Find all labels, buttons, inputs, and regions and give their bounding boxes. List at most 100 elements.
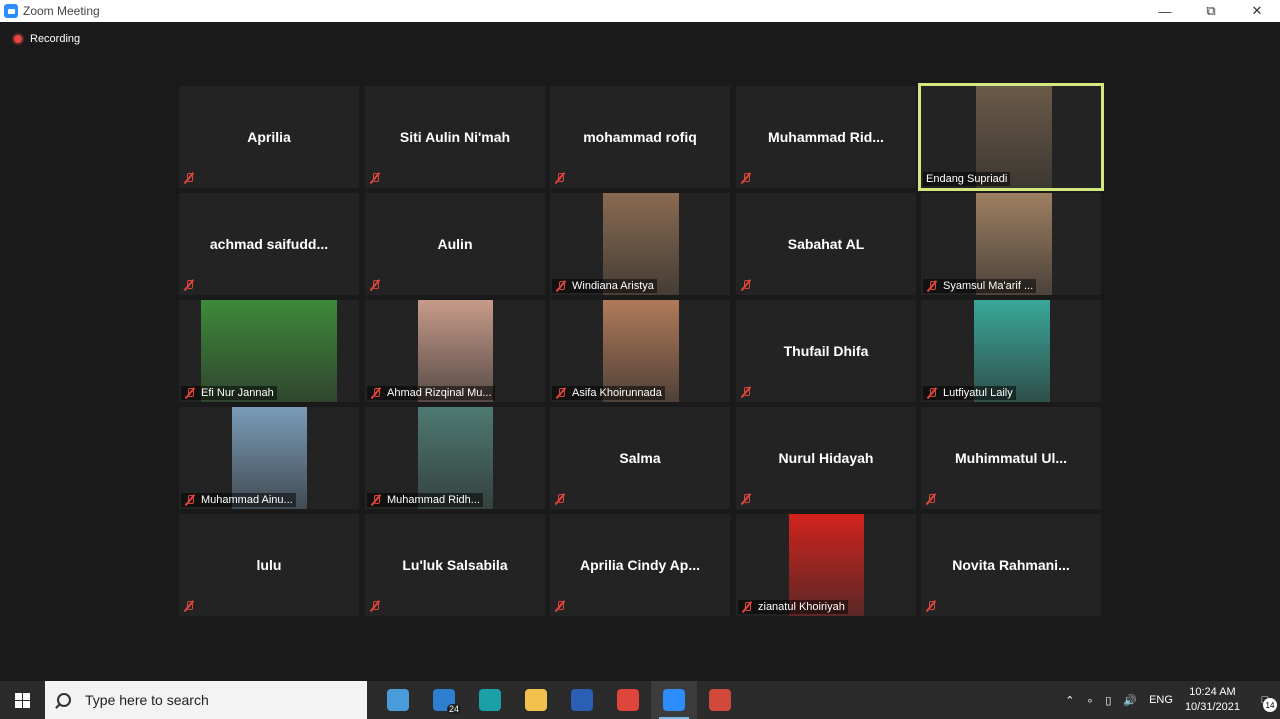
participant-tile[interactable]: Siti Aulin Ni'mah xyxy=(365,86,545,188)
participant-tile[interactable]: Sabahat AL xyxy=(736,193,916,295)
word-icon xyxy=(571,689,593,711)
recording-indicator[interactable]: Recording xyxy=(12,33,80,45)
participant-name: Thufail Dhifa xyxy=(783,343,869,359)
mic-muted-icon xyxy=(369,600,381,612)
participant-name: lulu xyxy=(256,557,282,573)
mic-muted-icon xyxy=(370,387,382,399)
taskbar-app[interactable] xyxy=(513,681,559,719)
participant-tile[interactable]: Aprilia Cindy Ap... xyxy=(550,514,730,616)
participant-name: zianatul Khoiriyah xyxy=(758,601,845,613)
mic-muted-icon xyxy=(554,493,566,505)
participant-name: Asifa Khoirunnada xyxy=(572,387,662,399)
taskbar-search[interactable]: Type here to search xyxy=(45,681,367,719)
participant-tile[interactable]: Windiana Aristya xyxy=(550,193,730,295)
battery-icon[interactable]: ▯ xyxy=(1105,694,1111,707)
taskbar-app[interactable] xyxy=(375,681,421,719)
restore-icon[interactable]: ⧉ xyxy=(1188,0,1234,22)
mic-muted-icon xyxy=(555,280,567,292)
participant-tile[interactable]: lulu xyxy=(179,514,359,616)
participant-tile[interactable]: Muhammad Ridh... xyxy=(365,407,545,509)
system-tray: ⌃ ∘ ▯ 🔊 ENG 10:24 AM 10/31/2021 □ 14 xyxy=(1059,681,1280,719)
participant-name: Muhimmatul Ul... xyxy=(955,450,1067,466)
participant-tile[interactable]: Nurul Hidayah xyxy=(736,407,916,509)
clock[interactable]: 10:24 AM 10/31/2021 xyxy=(1185,685,1240,715)
mic-muted-icon xyxy=(554,172,566,184)
participant-tile[interactable]: Aulin xyxy=(365,193,545,295)
participant-name-label: Lutfiyatul Laily xyxy=(923,386,1016,400)
participant-name-label: Muhammad Ridh... xyxy=(367,493,483,507)
participant-name: Efi Nur Jannah xyxy=(201,387,274,399)
taskbar-app[interactable] xyxy=(697,681,743,719)
mic-muted-icon xyxy=(925,493,937,505)
participant-tile[interactable]: Muhammad Rid... xyxy=(736,86,916,188)
participant-tile[interactable]: Novita Rahmani... xyxy=(921,514,1101,616)
participant-name-label: zianatul Khoiriyah xyxy=(738,600,848,614)
participant-name: Windiana Aristya xyxy=(572,280,654,292)
participant-name: Ahmad Rizqinal Mu... xyxy=(387,387,492,399)
participant-name: Aprilia Cindy Ap... xyxy=(579,557,701,573)
participant-name: Sabahat AL xyxy=(787,236,865,252)
participant-tile[interactable]: mohammad rofiq xyxy=(550,86,730,188)
chevron-up-icon[interactable]: ⌃ xyxy=(1065,694,1074,707)
mic-muted-icon xyxy=(183,600,195,612)
participant-grid: Aprilia Siti Aulin Ni'mah mohammad rofiq Mu… xyxy=(179,83,1104,616)
participant-name-label: Ahmad Rizqinal Mu... xyxy=(367,386,495,400)
people-app-icon xyxy=(387,689,409,711)
zoom-app-icon xyxy=(4,4,18,18)
participant-name-label: Windiana Aristya xyxy=(552,279,657,293)
volume-icon[interactable]: 🔊 xyxy=(1123,694,1137,707)
recording-label: Recording xyxy=(30,33,81,45)
participant-name: Syamsul Ma'arif ... xyxy=(943,280,1034,292)
mic-muted-icon xyxy=(183,279,195,291)
participant-tile[interactable]: Endang Supriadi xyxy=(918,83,1104,191)
clock-time: 10:24 AM xyxy=(1189,686,1236,698)
participant-name: Muhammad Rid... xyxy=(768,129,884,145)
participant-tile[interactable]: zianatul Khoiriyah xyxy=(736,514,916,616)
wifi-icon[interactable]: ∘ xyxy=(1086,694,1093,707)
mic-muted-icon xyxy=(369,172,381,184)
start-button[interactable] xyxy=(0,681,45,719)
taskbar-app[interactable] xyxy=(467,681,513,719)
participant-tile[interactable]: Syamsul Ma'arif ... xyxy=(921,193,1101,295)
mic-muted-icon xyxy=(184,387,196,399)
participant-name: Siti Aulin Ni'mah xyxy=(399,129,511,145)
mic-muted-icon xyxy=(184,494,196,506)
window-title: Zoom Meeting xyxy=(23,4,100,18)
windows-logo-icon xyxy=(15,692,30,708)
taskbar-app[interactable] xyxy=(651,681,697,719)
participant-tile[interactable]: Lutfiyatul Laily xyxy=(921,300,1101,402)
mic-muted-icon xyxy=(555,387,567,399)
participant-tile[interactable]: achmad saifudd... xyxy=(179,193,359,295)
participant-name: Endang Supriadi xyxy=(926,173,1008,185)
title-bar: Zoom Meeting — ⧉ ✕ xyxy=(0,0,1280,22)
participant-name: Muhammad Ainu... xyxy=(201,494,293,506)
participant-tile[interactable]: Asifa Khoirunnada xyxy=(550,300,730,402)
mic-muted-icon xyxy=(369,279,381,291)
language-indicator[interactable]: ENG xyxy=(1149,694,1173,706)
participant-tile[interactable]: Muhimmatul Ul... xyxy=(921,407,1101,509)
participant-tile[interactable]: Muhammad Ainu... xyxy=(179,407,359,509)
window-controls: — ⧉ ✕ xyxy=(1142,0,1280,22)
chrome-icon xyxy=(617,689,639,711)
app-badge: 24 xyxy=(446,704,461,714)
participant-tile[interactable]: Aprilia xyxy=(179,86,359,188)
taskbar-app[interactable] xyxy=(605,681,651,719)
minimize-icon[interactable]: — xyxy=(1142,0,1188,22)
participant-tile[interactable]: Salma xyxy=(550,407,730,509)
participant-tile[interactable]: Lu'luk Salsabila xyxy=(365,514,545,616)
pinned-apps: 24 xyxy=(375,681,743,719)
search-placeholder: Type here to search xyxy=(85,692,209,708)
taskbar-app[interactable] xyxy=(559,681,605,719)
close-icon[interactable]: ✕ xyxy=(1234,0,1280,22)
participant-tile[interactable]: Thufail Dhifa xyxy=(736,300,916,402)
notification-center-button[interactable]: □ 14 xyxy=(1250,681,1280,719)
participant-name: Aprilia xyxy=(247,129,291,145)
participant-tile[interactable]: Ahmad Rizqinal Mu... xyxy=(365,300,545,402)
mic-muted-icon xyxy=(740,279,752,291)
participant-name-label: Muhammad Ainu... xyxy=(181,493,296,507)
mic-muted-icon xyxy=(740,493,752,505)
file-explorer-icon xyxy=(525,689,547,711)
participant-tile[interactable]: Efi Nur Jannah xyxy=(179,300,359,402)
taskbar-app[interactable]: 24 xyxy=(421,681,467,719)
record-dot-icon xyxy=(12,33,24,45)
